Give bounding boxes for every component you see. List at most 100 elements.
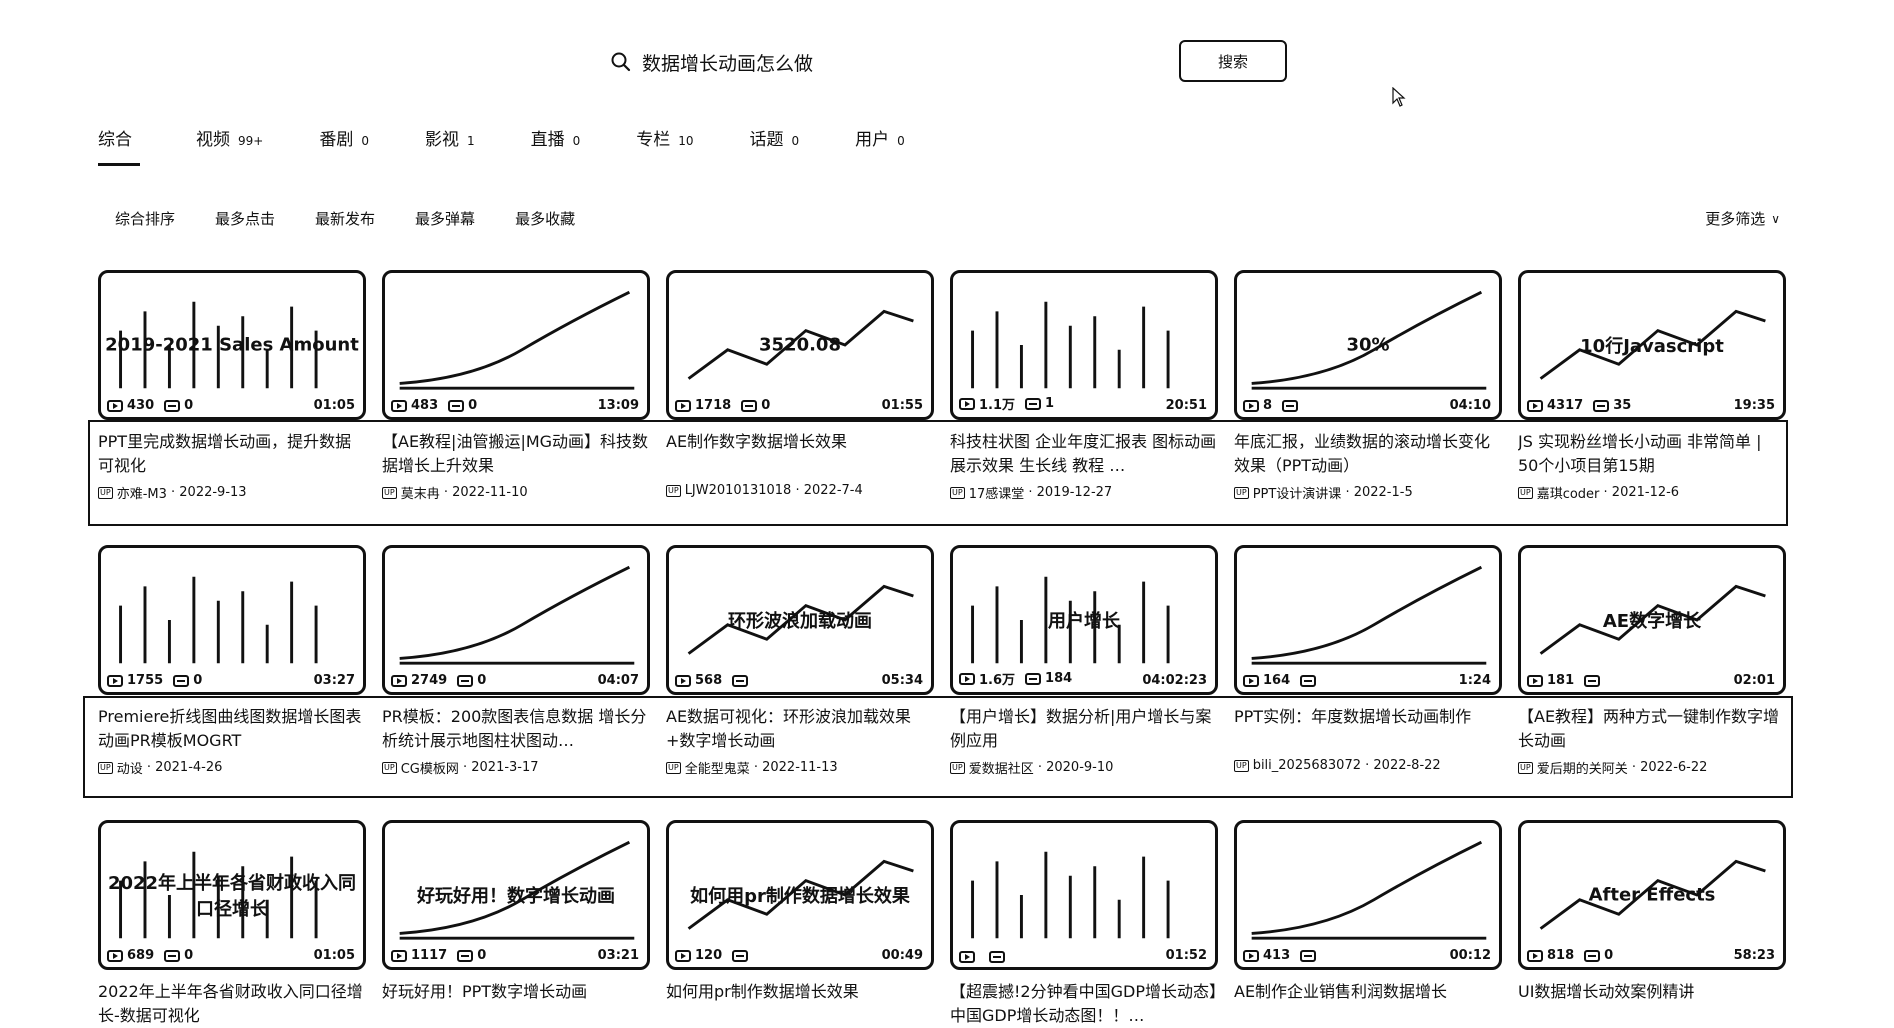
video-thumbnail[interactable]: 2022年上半年各省财政收入同口径增长 689 0 01:05 [98, 820, 366, 970]
video-card[interactable]: 413 00:12 AE制作企业销售利润数据增长 [1234, 820, 1502, 1028]
uploader-name[interactable]: 爱后期的关阿关 [1537, 758, 1628, 777]
sort-newest[interactable]: 最新发布 [315, 208, 375, 229]
video-card[interactable]: After Effects 818 0 58:23 UI数据增长动效案例精讲 [1518, 820, 1786, 1028]
video-stats: 430 0 [107, 398, 203, 413]
video-thumbnail[interactable]: 如何用pr制作数据增长效果 120 00:49 [666, 820, 934, 970]
video-thumbnail[interactable]: 1755 0 03:27 [98, 545, 366, 695]
uploader-name[interactable]: 动设 [117, 758, 143, 777]
uploader-name[interactable]: 亦难-M3 [117, 483, 167, 502]
video-card[interactable]: 好玩好用！数字增长动画 1117 0 03:21 好玩好用！PPT数字增长动画 [382, 820, 650, 1028]
view-count: 1.1万 [959, 394, 1015, 413]
video-thumbnail[interactable]: 01:52 [950, 820, 1218, 970]
uploader-name[interactable]: bili_2025683072 [1253, 758, 1361, 773]
video-title[interactable]: 【AE教程|油管搬运|MG动画】科技数据增长上升效果 [382, 430, 650, 478]
video-title[interactable]: 【用户增长】数据分析|用户增长与案例应用 [950, 705, 1218, 753]
video-card[interactable]: 483 0 13:09 【AE教程|油管搬运|MG动画】科技数据增长上升效果 UP 莫末冉… [382, 270, 650, 502]
video-card[interactable]: 环形波浪加载动画 568 05:34 AE数据可视化：环形波浪加载效果+数字增长动画 U… [666, 545, 934, 777]
tab-topic[interactable]: 话题 0 [750, 125, 800, 160]
video-card[interactable]: 164 1:24 PPT实例：年度数据增长动画制作 UP bili_2025683072… [1234, 545, 1502, 773]
upload-date: 2022-11-10 [452, 485, 528, 500]
uploader-name[interactable]: 嘉琪coder [1537, 483, 1600, 502]
play-icon [1527, 674, 1543, 687]
video-title[interactable]: PPT实例：年度数据增长动画制作 [1234, 705, 1502, 753]
video-card[interactable]: 1755 0 03:27 Premiere折线图曲线图数据增长图表动画PR模板MOGR… [98, 545, 366, 777]
uploader-name[interactable]: CG模板网 [401, 758, 459, 777]
video-thumbnail[interactable]: 环形波浪加载动画 568 05:34 [666, 545, 934, 695]
video-meta: UP 爱数据社区 · 2020-9-10 [950, 758, 1218, 777]
uploader-name[interactable]: 莫末冉 [401, 483, 440, 502]
video-title[interactable]: 2022年上半年各省财政收入同口径增长-数据可视化 [98, 980, 366, 1028]
video-card[interactable]: 用户增长 1.6万 184 04:02:23 【用户增长】数据分析|用户增长与案例应用 U… [950, 545, 1218, 777]
search-bar[interactable]: 数据增长动画怎么做 [610, 42, 1170, 82]
video-title[interactable]: 【AE教程】两种方式一键制作数字增长动画 [1518, 705, 1786, 753]
video-title[interactable]: 好玩好用！PPT数字增长动画 [382, 980, 650, 1028]
video-thumbnail[interactable]: 413 00:12 [1234, 820, 1502, 970]
video-thumbnail[interactable]: After Effects 818 0 58:23 [1518, 820, 1786, 970]
video-thumbnail[interactable]: 10行Javascript 4317 35 19:35 [1518, 270, 1786, 420]
danmaku-count [1300, 674, 1320, 687]
video-title[interactable]: 年底汇报，业绩数据的滚动增长变化效果（PPT动画） [1234, 430, 1502, 478]
video-title[interactable]: PPT里完成数据增长动画，提升数据可视化 [98, 430, 366, 478]
video-title[interactable]: AE制作企业销售利润数据增长 [1234, 980, 1502, 1028]
tab-user[interactable]: 用户 0 [855, 125, 905, 160]
sort-most-favorites[interactable]: 最多收藏 [515, 208, 575, 229]
thumbnail-graphic [1251, 565, 1487, 665]
video-thumbnail[interactable]: 好玩好用！数字增长动画 1117 0 03:21 [382, 820, 650, 970]
video-title[interactable]: 如何用pr制作数据增长效果 [666, 980, 934, 1028]
video-card[interactable]: 10行Javascript 4317 35 19:35 JS 实现粉丝增长小动画 非常简… [1518, 270, 1786, 502]
danmaku-icon [448, 399, 465, 412]
video-card[interactable]: 2749 0 04:07 PR模板：200款图表信息数据 增长分析统计展示地图柱状图动… [382, 545, 650, 777]
video-card[interactable]: 如何用pr制作数据增长效果 120 00:49 如何用pr制作数据增长效果 [666, 820, 934, 1028]
sort-most-danmaku[interactable]: 最多弹幕 [415, 208, 475, 229]
tab-all[interactable]: 综合 [98, 125, 140, 166]
video-thumbnail[interactable]: 2749 0 04:07 [382, 545, 650, 695]
uploader-name[interactable]: PPT设计演讲课 [1253, 483, 1342, 502]
tab-bangumi[interactable]: 番剧 0 [319, 125, 369, 160]
sort-most-clicks[interactable]: 最多点击 [215, 208, 275, 229]
uploader-name[interactable]: LJW2010131018 [685, 483, 792, 498]
video-card[interactable]: 2019-2021 Sales Amount 430 0 01:05 PPT里完成数据增… [98, 270, 366, 502]
video-title[interactable]: Premiere折线图曲线图数据增长图表动画PR模板MOGRT [98, 705, 366, 753]
uploader-name[interactable]: 全能型鬼菜 [685, 758, 750, 777]
video-thumbnail[interactable]: 1.1万 1 20:51 [950, 270, 1218, 420]
video-thumbnail[interactable]: 3520.08 1718 0 01:55 [666, 270, 934, 420]
play-icon [1527, 399, 1543, 412]
search-input[interactable]: 数据增长动画怎么做 [642, 49, 813, 76]
video-title[interactable]: 【超震撼!2分钟看中国GDP增长动态】中国GDP增长动态图！！… [950, 980, 1218, 1028]
video-card[interactable]: 1.1万 1 20:51 科技柱状图 企业年度汇报表 图标动画展示效果 生长线 教程 … [950, 270, 1218, 502]
view-count: 1.6万 [959, 669, 1015, 688]
video-thumbnail[interactable]: 164 1:24 [1234, 545, 1502, 695]
tab-live[interactable]: 直播 0 [531, 125, 581, 160]
video-title[interactable]: 科技柱状图 企业年度汇报表 图标动画展示效果 生长线 教程 … [950, 430, 1218, 478]
video-card[interactable]: 2022年上半年各省财政收入同口径增长 689 0 01:05 2022年上半年各省财政… [98, 820, 366, 1028]
video-card[interactable]: AE数字增长 181 02:01 【AE教程】两种方式一键制作数字增长动画 UP 爱后期的… [1518, 545, 1786, 777]
play-icon [391, 949, 407, 962]
video-title[interactable]: AE数据可视化：环形波浪加载效果+数字增长动画 [666, 705, 934, 753]
video-thumbnail[interactable]: 用户增长 1.6万 184 04:02:23 [950, 545, 1218, 695]
video-card[interactable]: 01:52 【超震撼!2分钟看中国GDP增长动态】中国GDP增长动态图！！… [950, 820, 1218, 1028]
video-card[interactable]: 30% 8 04:10 年底汇报，业绩数据的滚动增长变化效果（PPT动画） UP PPT设… [1234, 270, 1502, 502]
more-filters-button[interactable]: 更多筛选 ∨ [1705, 208, 1780, 229]
tab-film[interactable]: 影视 1 [425, 125, 475, 160]
meta-separator: · [142, 760, 156, 775]
video-thumbnail[interactable]: AE数字增长 181 02:01 [1518, 545, 1786, 695]
video-duration: 01:05 [313, 398, 355, 413]
tab-article[interactable]: 专栏 10 [636, 125, 693, 160]
uploader-name[interactable]: 17感课堂 [969, 483, 1025, 502]
video-title[interactable]: JS 实现粉丝增长小动画 非常简单 | 50个小项目第15期 [1518, 430, 1786, 478]
video-thumbnail[interactable]: 483 0 13:09 [382, 270, 650, 420]
search-type-tabs: 综合 视频 99+ 番剧 0 影视 1 直播 0 专栏 10 话题 0 用户 0 [98, 125, 961, 166]
video-card[interactable]: 3520.08 1718 0 01:55 AE制作数字数据增长效果 UP LJW201013… [666, 270, 934, 498]
video-title[interactable]: UI数据增长动效案例精讲 [1518, 980, 1786, 1028]
video-meta: UP 爱后期的关阿关 · 2022-6-22 [1518, 758, 1786, 777]
sort-default[interactable]: 综合排序 [115, 208, 175, 229]
view-count: 1117 [391, 948, 447, 963]
up-icon: UP [98, 761, 113, 774]
video-thumbnail[interactable]: 30% 8 04:10 [1234, 270, 1502, 420]
uploader-name[interactable]: 爱数据社区 [969, 758, 1034, 777]
tab-video[interactable]: 视频 99+ [196, 125, 263, 160]
video-thumbnail[interactable]: 2019-2021 Sales Amount 430 0 01:05 [98, 270, 366, 420]
search-button[interactable]: 搜索 [1179, 40, 1287, 82]
video-title[interactable]: AE制作数字数据增长效果 [666, 430, 934, 478]
video-title[interactable]: PR模板：200款图表信息数据 增长分析统计展示地图柱状图动… [382, 705, 650, 753]
